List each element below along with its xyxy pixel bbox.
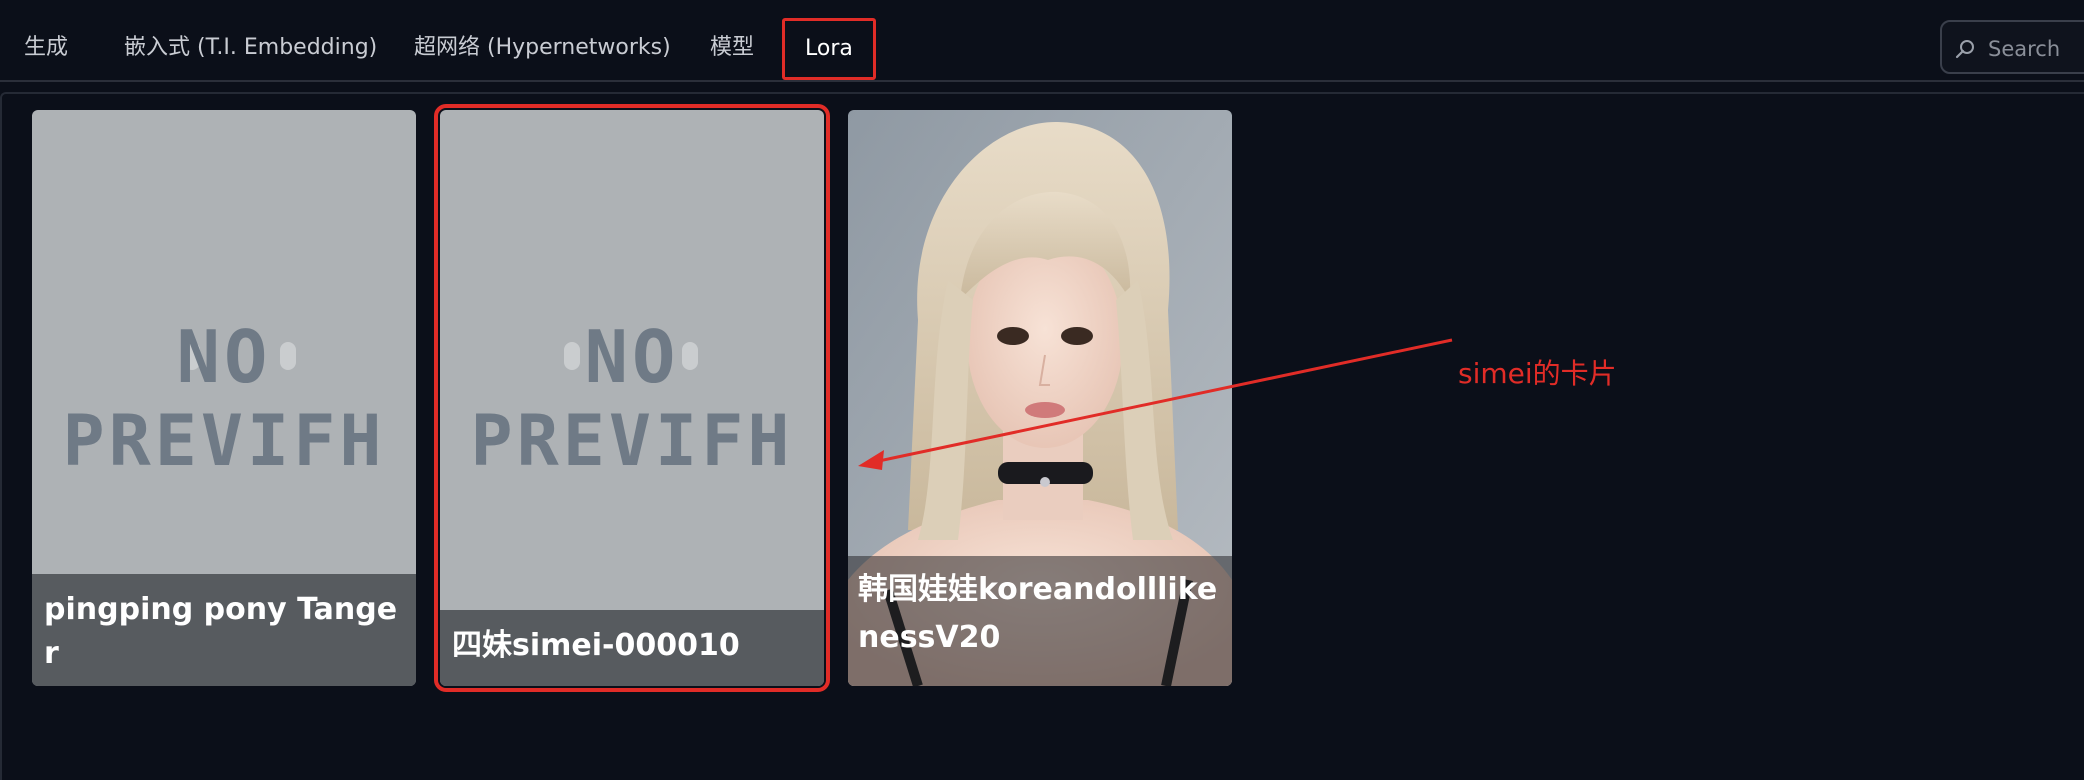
lora-browser-window: 生成 嵌入式 (T.I. Embedding) 超网络 (Hypernetwor… bbox=[0, 0, 2084, 780]
annotation-arrow bbox=[858, 338, 1453, 470]
annotation-label: simei的卡片 bbox=[1458, 357, 1617, 390]
